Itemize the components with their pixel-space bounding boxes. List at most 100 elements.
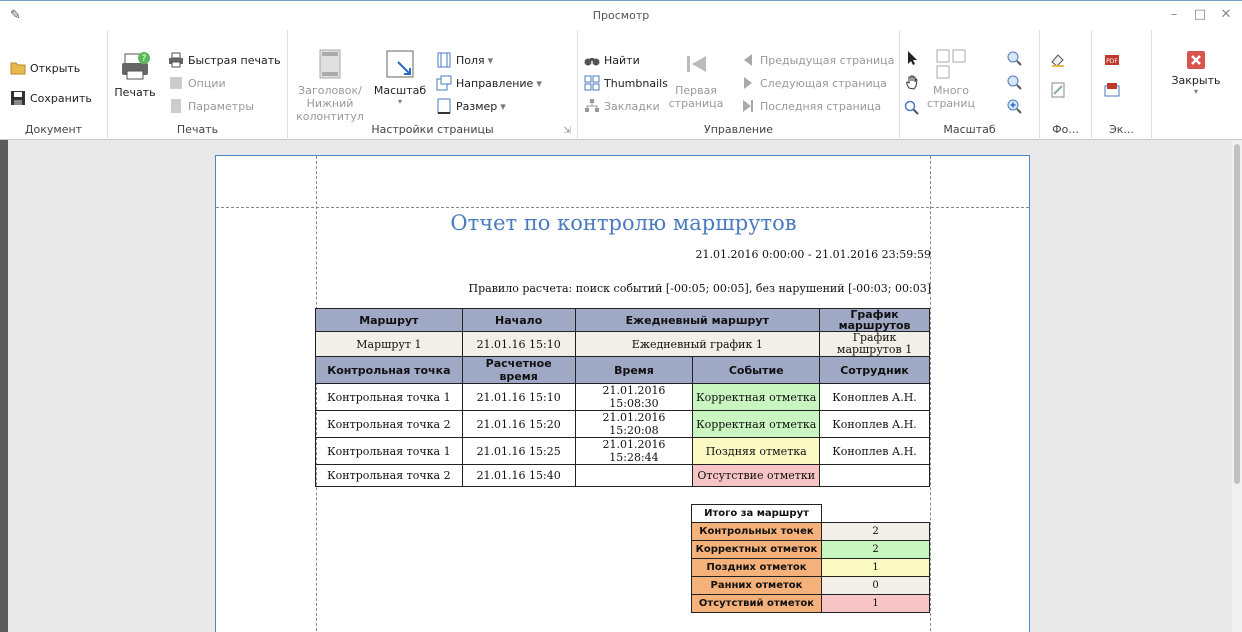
group-navigation-label: Управление — [703, 123, 773, 136]
prev-page-button[interactable]: Предыдущая страница — [740, 52, 894, 68]
magnifier-icon[interactable] — [904, 100, 920, 116]
group-page-setup: Заголовок/Нижний колонтитул Масштаб ▾ По… — [288, 30, 578, 140]
group-document: Открыть Сохранить Документ — [0, 30, 108, 140]
thumbnails-button[interactable]: Thumbnails — [584, 75, 668, 91]
last-page-button[interactable]: Последняя страница — [740, 98, 881, 114]
group-print: ? Печать Быстрая печать Опции Параметры … — [108, 30, 288, 140]
parameters-button[interactable]: Параметры — [168, 98, 254, 114]
route-daily: Ежедневный график 1 — [574, 331, 821, 357]
header-event: Событие — [692, 356, 821, 384]
header-footer-icon — [319, 49, 341, 79]
cell-time: 21.01.2016 15:28:44 — [574, 437, 694, 465]
report-page: Отчет по контролю маршрутов 21.01.2016 0… — [215, 155, 1030, 632]
maximize-button[interactable]: □ — [1190, 7, 1210, 22]
bookmarks-icon — [585, 99, 599, 112]
margins-label: Поля — [456, 53, 485, 67]
options-button[interactable]: Опции — [168, 75, 226, 91]
open-label: Открыть — [30, 61, 81, 75]
summary-row: Поздних отметок 1 — [691, 558, 930, 577]
header-footer-button[interactable]: Заголовок/Нижний колонтитул — [288, 48, 372, 123]
cell-event: Корректная отметка — [692, 410, 821, 438]
thumbnails-icon — [584, 75, 600, 91]
close-preview-button[interactable]: Закрыть ▾ — [1166, 50, 1226, 96]
group-navigation: Найти Thumbnails Закладки Первая страниц… — [578, 30, 900, 140]
route-schedule: График маршрутов 1 — [819, 331, 930, 357]
close-dropdown-icon: ▾ — [1193, 87, 1198, 96]
close-label: Закрыть — [1171, 74, 1221, 87]
summary-label: Ранних отметок — [691, 576, 822, 595]
group-export: PDF Эк... — [1092, 30, 1152, 140]
watermark-icon[interactable] — [1050, 82, 1066, 98]
header-start: Начало — [461, 308, 576, 332]
orientation-dropdown-icon: ▾ — [536, 76, 542, 90]
thumbnails-label: Thumbnails — [604, 76, 668, 90]
header-footer-label2: колонтитул — [296, 110, 364, 123]
svg-text:?: ? — [142, 54, 147, 64]
printer-icon: ? — [122, 52, 150, 80]
parameters-icon — [171, 99, 181, 113]
quick-print-button[interactable]: Быстрая печать — [168, 52, 281, 68]
page-color-icon[interactable] — [1050, 52, 1066, 68]
scale-dropdown-icon: ▾ — [397, 97, 402, 106]
prev-arrow-icon — [744, 54, 752, 66]
summary-row: Контрольных точек 2 — [691, 522, 930, 541]
zoom-fit-icon[interactable] — [1006, 50, 1022, 66]
bookmarks-button[interactable]: Закладки — [584, 98, 660, 114]
title-bar: ✎ Просмотр – □ ✕ — [0, 0, 1242, 30]
scale-button[interactable]: Масштаб ▾ — [372, 48, 428, 106]
group-export-label: Эк... — [1109, 123, 1134, 136]
close-window-button[interactable]: ✕ — [1216, 7, 1236, 22]
save-button[interactable]: Сохранить — [10, 90, 92, 106]
orientation-button[interactable]: Направление ▾ — [436, 75, 542, 91]
close-red-icon — [1187, 51, 1205, 69]
export-pdf-icon[interactable]: PDF — [1104, 52, 1120, 68]
checkpoint-header-row: Контрольная точка Расчетное время Время … — [315, 356, 930, 384]
group-print-label: Печать — [176, 123, 219, 136]
print-button[interactable]: ? Печать — [112, 50, 158, 99]
pointer-icon[interactable] — [904, 50, 920, 66]
last-page-label: Последняя страница — [760, 99, 882, 113]
summary-row: Ранних отметок 0 — [691, 576, 930, 595]
zoom-dropdown-icon[interactable] — [1006, 74, 1022, 90]
size-button[interactable]: Размер ▾ — [436, 98, 506, 114]
margins-button[interactable]: Поля ▾ — [436, 52, 493, 68]
table-row: Контрольная точка 1 21.01.16 15:10 21.01… — [315, 383, 930, 411]
options-icon — [170, 77, 182, 89]
open-button[interactable]: Открыть — [10, 60, 80, 76]
many-pages-label2: страниц — [926, 97, 975, 110]
first-page-icon — [687, 56, 706, 72]
header-footer-label1: Заголовок/Нижний — [298, 84, 362, 110]
floppy-icon — [11, 91, 25, 105]
folder-icon — [10, 62, 26, 75]
parameters-label: Параметры — [188, 99, 254, 113]
orientation-label: Направление — [456, 76, 534, 90]
many-pages-button[interactable]: Много страниц — [926, 48, 976, 110]
first-page-button[interactable]: Первая страница — [668, 48, 724, 110]
cell-calc-time: 21.01.16 15:25 — [461, 437, 576, 465]
group-zoom-label: Масштаб — [943, 123, 996, 136]
dialog-launcher-icon[interactable]: ⇲ — [563, 126, 571, 136]
group-zoom: Много страниц Масштаб — [900, 30, 1040, 140]
route-start: 21.01.16 15:10 — [461, 331, 576, 357]
zoom-in-icon[interactable] — [1006, 98, 1022, 114]
header-employee: Сотрудник — [819, 356, 930, 384]
scrollbar-thumb[interactable] — [1234, 144, 1240, 484]
send-pdf-icon[interactable] — [1104, 82, 1120, 98]
cell-calc-time: 21.01.16 15:20 — [461, 410, 576, 438]
summary-value: 2 — [821, 540, 930, 559]
find-button[interactable]: Найти — [584, 52, 640, 68]
cell-event: Корректная отметка — [692, 383, 821, 411]
first-page-label2: страница — [668, 97, 724, 110]
summary-table: Итого за маршрут Контрольных точек 2 Кор… — [691, 504, 930, 613]
cell-employee: Коноплев А.Н. — [819, 383, 930, 411]
hand-icon[interactable] — [904, 74, 920, 90]
margins-icon — [437, 52, 451, 68]
summary-value: 0 — [821, 576, 930, 595]
vertical-scrollbar[interactable] — [1232, 140, 1242, 632]
group-document-label: Документ — [24, 123, 83, 136]
minimize-button[interactable]: – — [1164, 7, 1184, 22]
next-page-button[interactable]: Следующая страница — [740, 75, 887, 91]
quick-print-label: Быстрая печать — [188, 53, 281, 67]
margin-guide-top — [216, 207, 1029, 208]
table-row: Контрольная точка 1 21.01.16 15:25 21.01… — [315, 437, 930, 465]
